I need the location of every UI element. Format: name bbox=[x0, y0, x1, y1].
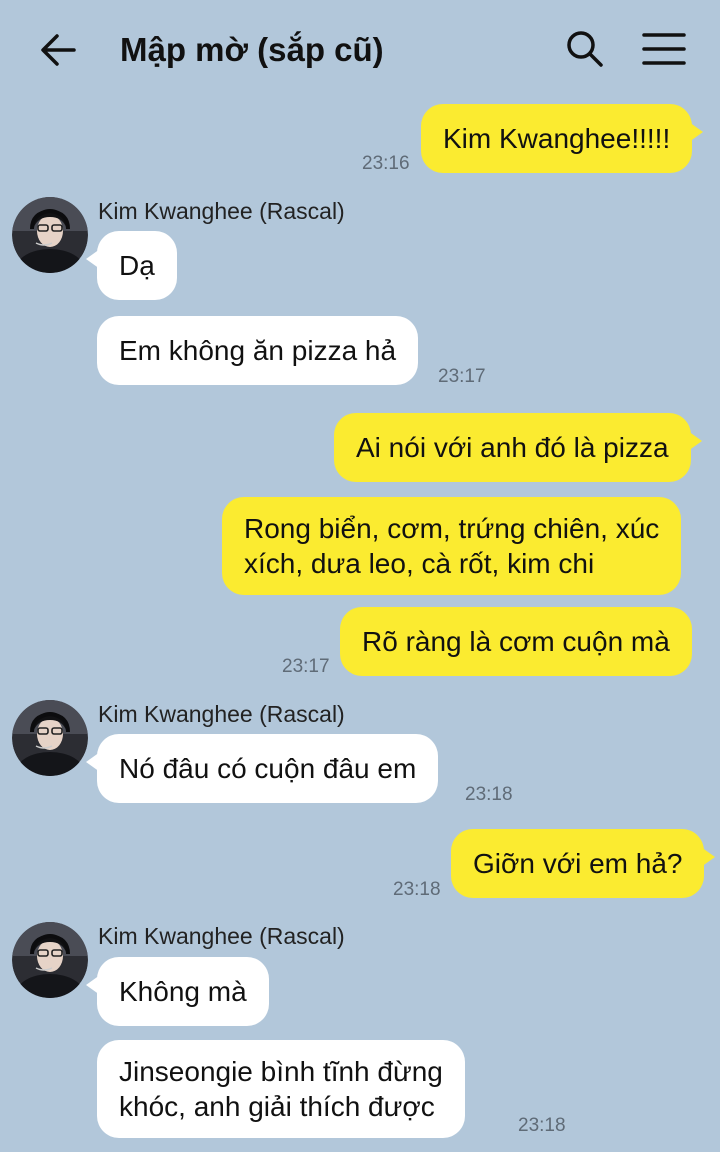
message-time: 23:16 bbox=[362, 153, 410, 174]
chat-title: Mập mờ (sắp cũ) bbox=[120, 31, 384, 68]
search-icon bbox=[567, 31, 603, 67]
message-bubble[interactable]: Không mà bbox=[86, 957, 269, 1026]
message-bubble[interactable]: Jinseongie bình tĩnh đừng khóc, anh giải… bbox=[97, 1040, 465, 1138]
search-button[interactable] bbox=[564, 28, 606, 70]
chat-header: Mập mờ (sắp cũ) bbox=[0, 0, 720, 98]
sender-name: Kim Kwanghee (Rascal) bbox=[98, 923, 345, 949]
sender-name: Kim Kwanghee (Rascal) bbox=[98, 701, 345, 727]
contact-avatar[interactable] bbox=[12, 922, 88, 998]
message-bubble[interactable]: Kim Kwanghee!!!!! bbox=[421, 104, 704, 173]
back-button[interactable] bbox=[36, 28, 80, 72]
menu-button[interactable] bbox=[642, 30, 686, 70]
contact-avatar[interactable] bbox=[12, 197, 88, 273]
avatar-image bbox=[12, 922, 88, 998]
message-bubble[interactable]: Ai nói với anh đó là pizza bbox=[334, 413, 702, 482]
avatar-image bbox=[12, 700, 88, 776]
message-bubble[interactable]: Rong biển, cơm, trứng chiên, xúc xích, d… bbox=[222, 497, 682, 595]
message-bubble[interactable]: Rõ ràng là cơm cuộn mà bbox=[340, 607, 692, 676]
arrow-left-icon bbox=[41, 34, 76, 66]
message-time: 23:18 bbox=[518, 1115, 566, 1136]
contact-avatar[interactable] bbox=[12, 700, 88, 776]
message-bubble[interactable]: Em không ăn pizza hả bbox=[97, 316, 419, 385]
message-bubble[interactable]: Nó đâu có cuộn đâu em bbox=[85, 734, 439, 803]
message-time: 23:18 bbox=[393, 879, 441, 900]
avatar-image bbox=[12, 197, 88, 273]
message-time: 23:17 bbox=[282, 656, 330, 677]
message-bubble[interactable]: Giỡn với em hả? bbox=[451, 829, 716, 898]
message-time: 23:18 bbox=[465, 784, 513, 805]
message-bubble[interactable]: Dạ bbox=[86, 231, 177, 300]
hamburger-menu-icon bbox=[642, 33, 686, 65]
sender-name: Kim Kwanghee (Rascal) bbox=[98, 198, 345, 224]
message-time: 23:17 bbox=[438, 366, 486, 387]
